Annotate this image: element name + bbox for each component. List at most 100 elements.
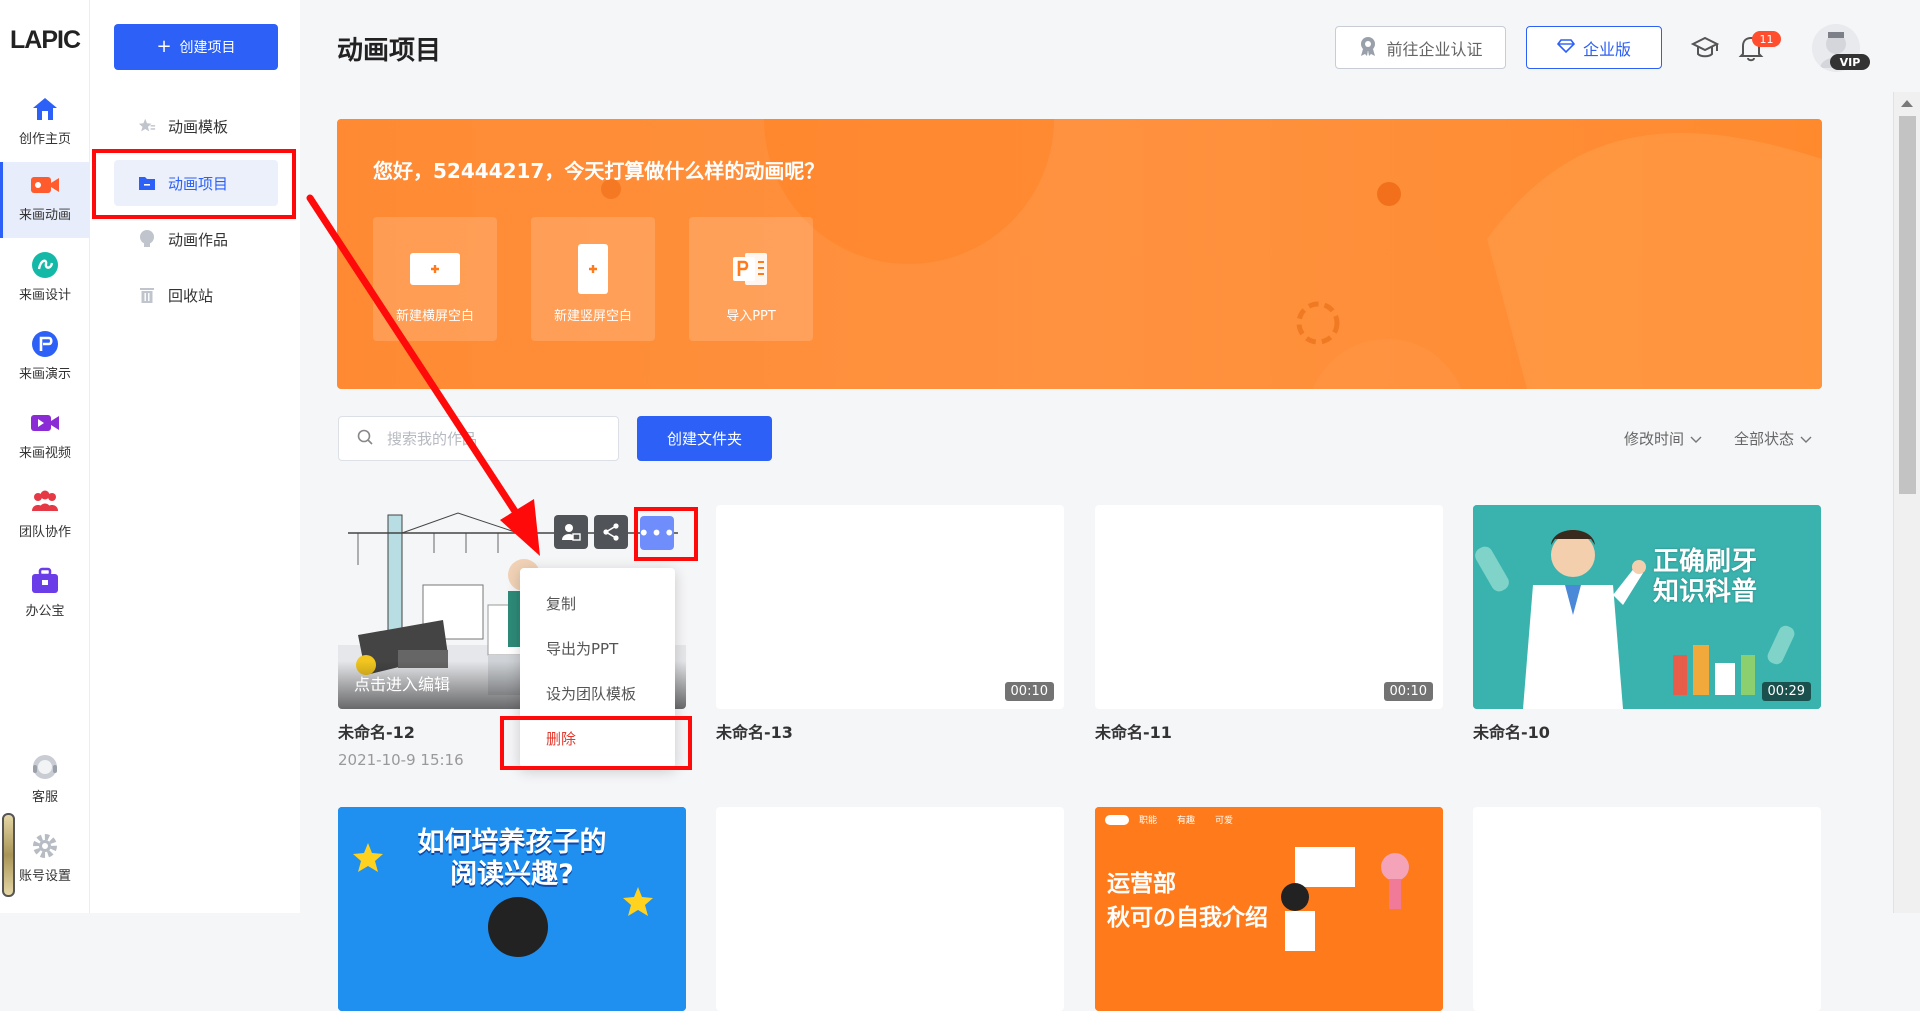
- plus-icon: +: [156, 36, 172, 57]
- share-icon: [603, 523, 619, 541]
- certificate-icon: [1358, 35, 1378, 61]
- page-title: 动画项目: [337, 36, 442, 66]
- share-button[interactable]: [594, 515, 628, 549]
- new-landscape-button[interactable]: 新建横屏空白: [373, 217, 497, 341]
- rail-item-label: 客服: [31, 790, 58, 805]
- rail-item-video[interactable]: 来画视频: [0, 400, 90, 470]
- project-title: 未命名-10: [1473, 723, 1550, 742]
- duration-badge: 00:29: [1761, 682, 1811, 701]
- project-card[interactable]: 职能 有趣 可爱 运营部 秋可の自我介绍: [1095, 807, 1443, 1011]
- project-card[interactable]: 如何培养孩子的 阅读兴趣?: [338, 807, 686, 1011]
- project-thumbnail[interactable]: [1473, 807, 1821, 1011]
- thumbnail-title-line1: 如何培养孩子的: [417, 827, 607, 858]
- rail-item-label: 团队协作: [18, 525, 71, 540]
- welcome-banner: 您好，52444217，今天打算做什么样的动画呢？ 新建横屏空白 新建竖屏空白 …: [337, 119, 1822, 389]
- enterprise-edition-button[interactable]: 企业版: [1526, 26, 1662, 69]
- academy-icon[interactable]: [1690, 33, 1720, 63]
- chevron-down-icon: [1800, 430, 1812, 448]
- project-card[interactable]: [716, 807, 1064, 1011]
- project-thumbnail[interactable]: 00:10: [716, 505, 1064, 709]
- trash-icon: [138, 286, 156, 304]
- enterprise-certification-button[interactable]: 前往企业认证: [1335, 26, 1506, 69]
- rail-item-team[interactable]: 团队协作: [0, 479, 90, 549]
- project-title: 未命名-11: [1095, 723, 1172, 742]
- status-dropdown[interactable]: 全部状态: [1734, 428, 1812, 449]
- scrollbar-thumb[interactable]: [1899, 116, 1916, 494]
- banner-greeting: 您好，52444217，今天打算做什么样的动画呢？: [373, 159, 825, 183]
- thumbnail-title-line2: 秋可の自我介绍: [1107, 905, 1268, 931]
- notification-count-badge: 11: [1752, 31, 1781, 47]
- menu-item-copy[interactable]: 复制: [546, 593, 576, 614]
- create-folder-button[interactable]: 创建文件夹: [637, 416, 772, 461]
- create-project-button[interactable]: + 创建项目: [114, 24, 278, 70]
- quick-action-label: 导入PPT: [726, 309, 776, 324]
- rail-item-office[interactable]: 办公宝: [0, 558, 90, 628]
- duration-badge: 00:10: [1383, 682, 1433, 701]
- chevron-down-icon: [1690, 430, 1702, 448]
- menu-item-export-ppt[interactable]: 导出为PPT: [546, 638, 618, 659]
- quick-action-label: 新建横屏空白: [395, 309, 474, 324]
- annotation-box-delete: [500, 716, 692, 770]
- thumbnail-title-line1: 正确刷牙: [1653, 547, 1758, 577]
- star-icon: [138, 117, 156, 135]
- rail-item-support[interactable]: 客服: [0, 744, 90, 814]
- rail-item-label: 来画视频: [18, 446, 71, 461]
- doctor-illustration: [1473, 505, 1821, 709]
- status-dropdown-label: 全部状态: [1734, 430, 1795, 448]
- rail-item-label: 创作主页: [18, 132, 71, 147]
- click-to-edit-hint: 点击进入编辑: [354, 675, 451, 694]
- side-slider-handle[interactable]: [2, 813, 15, 897]
- rail-item-presentation[interactable]: 来画演示: [0, 321, 90, 391]
- vip-badge: VIP: [1830, 54, 1870, 70]
- project-card[interactable]: 00:10 未命名-11: [1095, 505, 1443, 743]
- thumbnail-title-line2: 阅读兴趣?: [450, 859, 574, 890]
- search-box[interactable]: [338, 416, 619, 461]
- project-thumbnail[interactable]: 00:10: [1095, 505, 1443, 709]
- search-input[interactable]: [387, 429, 607, 448]
- ppt-icon: [721, 239, 781, 299]
- app-rail: LAPIC 创作主页 来画动画 来画设计 来画演示 来画视频 团队协作 办公宝 …: [0, 0, 90, 913]
- video-camera-icon: [30, 170, 60, 200]
- project-thumbnail[interactable]: 正确刷牙 知识科普 00:29: [1473, 505, 1821, 709]
- project-card[interactable]: 00:10 未命名-13: [716, 505, 1064, 743]
- portrait-canvas-icon: [563, 239, 623, 299]
- project-card[interactable]: 正确刷牙 知识科普 00:29 未命名-10: [1473, 505, 1821, 743]
- thumbnail-tags: 职能 有趣 可爱: [1139, 813, 1233, 826]
- sidebar-item-works[interactable]: 动画作品: [114, 216, 278, 262]
- rail-item-home[interactable]: 创作主页: [0, 86, 90, 156]
- duration-badge: 00:10: [1004, 682, 1054, 701]
- home-icon: [30, 94, 60, 124]
- user-lock-icon: [562, 524, 581, 541]
- lapic-logo[interactable]: LAPIC: [10, 26, 81, 55]
- gear-icon: [30, 831, 60, 861]
- enterprise-edition-label: 企业版: [1582, 39, 1631, 59]
- landscape-canvas-icon: [405, 239, 465, 299]
- annotation-box-more-button: [634, 507, 698, 561]
- rail-item-design[interactable]: 来画设计: [0, 242, 90, 312]
- sidebar-item-templates[interactable]: 动画模板: [114, 103, 278, 149]
- sort-dropdown-label: 修改时间: [1624, 430, 1685, 448]
- briefcase-icon: [30, 566, 60, 596]
- bulb-icon: [138, 230, 156, 248]
- thumbnail-title-line1: 运营部: [1107, 871, 1176, 897]
- vertical-scrollbar[interactable]: [1893, 92, 1920, 913]
- search-icon: [357, 429, 373, 449]
- sidebar-item-label: 动画模板: [168, 117, 229, 136]
- new-portrait-button[interactable]: 新建竖屏空白: [531, 217, 655, 341]
- enterprise-certification-label: 前往企业认证: [1386, 39, 1483, 59]
- rail-item-animation[interactable]: 来画动画: [0, 162, 90, 238]
- rail-item-label: 办公宝: [25, 604, 65, 619]
- project-thumbnail[interactable]: [716, 807, 1064, 1011]
- sort-dropdown[interactable]: 修改时间: [1624, 428, 1702, 449]
- sidebar-item-recycle-bin[interactable]: 回收站: [114, 272, 278, 318]
- import-ppt-button[interactable]: 导入PPT: [689, 217, 813, 341]
- rail-item-label: 来画动画: [18, 208, 71, 223]
- project-thumbnail[interactable]: 职能 有趣 可爱 运营部 秋可の自我介绍: [1095, 807, 1443, 1011]
- project-thumbnail[interactable]: 如何培养孩子的 阅读兴趣?: [338, 807, 686, 1011]
- project-card[interactable]: [1473, 807, 1821, 1011]
- project-title: 未命名-13: [716, 723, 793, 742]
- menu-item-set-team-template[interactable]: 设为团队模板: [546, 683, 636, 704]
- lock-collaborator-button[interactable]: [554, 515, 588, 549]
- scroll-up-arrow-icon[interactable]: [1901, 100, 1913, 107]
- video-icon: [30, 408, 60, 438]
